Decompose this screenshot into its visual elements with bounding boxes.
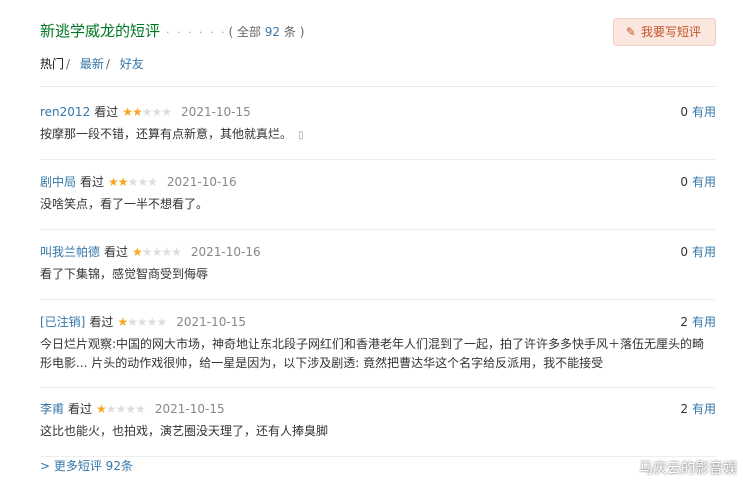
star-icon: ★ xyxy=(117,175,129,189)
write-review-label: 我要写短评 xyxy=(640,25,701,39)
review-item: ren2012 看过 ★★★★★ 2021-10-15 0 有用 按摩那一段不错，还算有点新… xyxy=(40,103,716,160)
useful-count: 0 xyxy=(680,105,688,119)
useful-count: 2 xyxy=(680,402,688,416)
write-review-button[interactable]: ✎ 我要写短评 xyxy=(612,18,716,46)
useful-vote: 2 有用 xyxy=(680,400,716,418)
review-text: 按摩那一段不错，还算有点新意，其他就真烂。 ▯ xyxy=(40,125,716,145)
star-icon: ★ xyxy=(131,105,143,119)
review-text: 这比也能火，也拍戏，演艺圈没天理了，还有人捧臭脚 xyxy=(40,422,716,441)
star-icon: ★ xyxy=(151,105,163,119)
useful-vote: 0 有用 xyxy=(680,173,716,191)
review-date: 2021-10-15 xyxy=(181,105,251,119)
review-text: 没啥笑点，看了一半不想看了。 xyxy=(40,195,716,214)
star-icon: ★ xyxy=(125,402,136,416)
review-date: 2021-10-16 xyxy=(190,245,261,259)
review-text-content: 按摩那一段不错，还算有点新意，其他就真烂。 xyxy=(40,127,293,141)
review-item: [已注销] 看过 ★★★★★ 2021-10-15 2 有用 今日烂片观察:中国的网大市场，… xyxy=(40,313,716,388)
star-icon: ★ xyxy=(127,175,139,189)
star-icon: ★ xyxy=(108,175,119,189)
filter-separator: / xyxy=(105,57,110,71)
useful-count: 0 xyxy=(680,245,688,259)
rating-stars: ★★★★★ xyxy=(96,400,146,418)
review-meta: 李甫 看过 ★★★★★ 2021-10-15 xyxy=(40,400,716,418)
filter-friends[interactable]: 好友 xyxy=(120,57,144,71)
comments-header: 新逃学威龙的短评 · · · · · ·( 全部 92 条 ) ✎ 我要写短评 xyxy=(40,18,716,48)
star-icon: ★ xyxy=(156,315,167,329)
rating-stars: ★★★★★ xyxy=(132,243,182,261)
review-date: 2021-10-15 xyxy=(154,402,225,416)
review-date: 2021-10-16 xyxy=(166,175,237,189)
comments-title: 新逃学威龙的短评 · · · · · ·( 全部 92 条 ) xyxy=(40,20,304,41)
review-user[interactable]: ren2012 xyxy=(40,105,90,119)
star-icon: ★ xyxy=(135,402,146,416)
useful-count: 0 xyxy=(680,175,688,189)
review-user[interactable]: 叫我兰帕德 xyxy=(40,245,100,259)
total-count[interactable]: ( 全部 92 条 ) xyxy=(228,25,304,39)
review-meta: 叫我兰帕德 看过 ★★★★★ 2021-10-16 xyxy=(40,243,716,261)
star-icon: ★ xyxy=(161,105,172,119)
useful-button[interactable]: 有用 xyxy=(692,175,716,189)
mobile-icon: ▯ xyxy=(298,130,304,141)
star-icon: ★ xyxy=(122,105,133,119)
filter-latest[interactable]: 最新 xyxy=(80,57,104,71)
star-icon: ★ xyxy=(115,402,127,416)
star-icon: ★ xyxy=(136,315,148,329)
review-user[interactable]: 李甫 xyxy=(40,402,64,416)
useful-button[interactable]: 有用 xyxy=(692,402,716,416)
watched-label: 看过 xyxy=(80,175,105,189)
rating-stars: ★★★★★ xyxy=(122,103,172,121)
review-text-content: 今日烂片观察:中国的网大市场，神奇地让东北段子网红们和香港老年人们混到了一起，拍… xyxy=(40,337,705,370)
star-icon: ★ xyxy=(151,245,163,259)
useful-vote: 0 有用 xyxy=(680,103,716,121)
review-text-content: 看了下集锦，感觉智商受到侮辱 xyxy=(40,267,209,281)
star-icon: ★ xyxy=(127,315,138,329)
comments-title-text[interactable]: 新逃学威龙的短评 xyxy=(40,22,160,40)
review-text-content: 没啥笑点，看了一半不想看了。 xyxy=(40,197,209,211)
more-reviews-link[interactable]: > 更多短评 92条 xyxy=(40,457,133,474)
watched-label: 看过 xyxy=(94,105,119,119)
sort-filters: 热门 / 最新 / 好友 xyxy=(40,55,144,72)
star-icon: ★ xyxy=(105,402,117,416)
useful-vote: 0 有用 xyxy=(680,243,716,261)
watched-label: 看过 xyxy=(68,402,93,416)
star-icon: ★ xyxy=(161,245,172,259)
watched-label: 看过 xyxy=(89,315,114,329)
rating-stars: ★★★★★ xyxy=(117,313,167,331)
review-text: 看了下集锦，感觉智商受到侮辱 xyxy=(40,265,716,284)
divider xyxy=(40,86,716,87)
review-user[interactable]: [已注销] xyxy=(40,315,85,329)
review-user[interactable]: 剧中局 xyxy=(40,175,76,189)
star-icon: ★ xyxy=(117,315,128,329)
review-item: 叫我兰帕德 看过 ★★★★★ 2021-10-16 0 有用 看了下集锦，感觉智商受到侮辱 xyxy=(40,243,716,300)
useful-button[interactable]: 有用 xyxy=(692,245,716,259)
useful-count: 2 xyxy=(680,315,688,329)
review-text: 今日烂片观察:中国的网大市场，神奇地让东北段子网红们和香港老年人们混到了一起，拍… xyxy=(40,335,716,373)
useful-button[interactable]: 有用 xyxy=(692,315,716,329)
star-icon: ★ xyxy=(141,105,153,119)
star-icon: ★ xyxy=(132,245,143,259)
rating-stars: ★★★★★ xyxy=(108,173,158,191)
star-icon: ★ xyxy=(171,245,182,259)
filter-separator: / xyxy=(66,57,71,71)
review-meta: 剧中局 看过 ★★★★★ 2021-10-16 xyxy=(40,173,716,191)
star-icon: ★ xyxy=(146,315,158,329)
pencil-icon: ✎ xyxy=(625,25,636,39)
useful-vote: 2 有用 xyxy=(680,313,716,331)
star-icon: ★ xyxy=(137,175,148,189)
star-icon: ★ xyxy=(141,245,153,259)
filter-hot[interactable]: 热门 xyxy=(40,57,64,71)
review-meta: ren2012 看过 ★★★★★ 2021-10-15 xyxy=(40,103,716,121)
review-meta: [已注销] 看过 ★★★★★ 2021-10-15 xyxy=(40,313,716,331)
useful-button[interactable]: 有用 xyxy=(692,105,716,119)
review-item: 李甫 看过 ★★★★★ 2021-10-15 2 有用 这比也能火，也拍戏，演艺圈没天理了，… xyxy=(40,400,716,457)
star-icon: ★ xyxy=(96,402,107,416)
review-text-content: 这比也能火，也拍戏，演艺圈没天理了，还有人捧臭脚 xyxy=(40,424,329,438)
watched-label: 看过 xyxy=(104,245,129,259)
review-date: 2021-10-15 xyxy=(176,315,246,329)
review-item: 剧中局 看过 ★★★★★ 2021-10-16 0 有用 没啥笑点，看了一半不想看了。 xyxy=(40,173,716,230)
watermark: 马庆云的影音娱 xyxy=(639,461,737,477)
title-dots: · · · · · · xyxy=(166,26,227,39)
star-icon: ★ xyxy=(147,175,158,189)
